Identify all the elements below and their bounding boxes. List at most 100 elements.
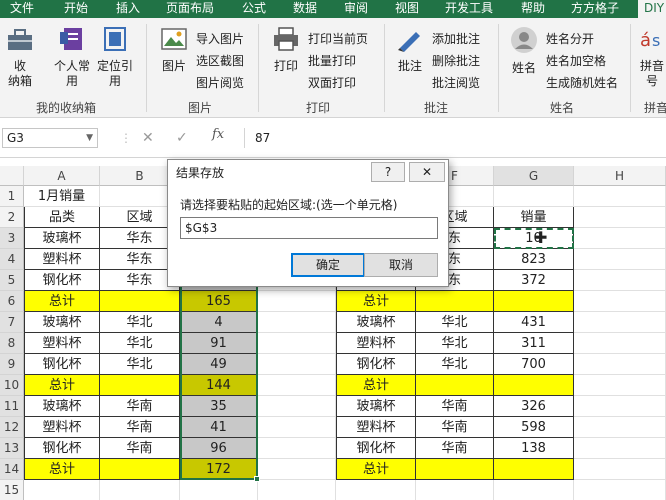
cell-d14[interactable] [258, 459, 336, 480]
duplex-print-button[interactable]: 双面打印 [308, 72, 356, 94]
column-header-h[interactable]: H [574, 166, 666, 186]
cell-h5[interactable] [574, 270, 666, 291]
pinyin-button[interactable]: á s 拼音 号 [638, 26, 666, 89]
cell-b7[interactable]: 华北 [100, 312, 180, 333]
cell-c11[interactable]: 35 [180, 396, 258, 417]
tab-page-layout[interactable]: 页面布局 [166, 0, 214, 18]
cell-b9[interactable]: 华北 [100, 354, 180, 375]
name-add-space-button[interactable]: 姓名加空格 [546, 50, 606, 72]
cell-e6[interactable]: 总计 [336, 291, 416, 312]
cell-g15[interactable] [494, 480, 574, 500]
cell-g4[interactable]: 823 [494, 249, 574, 270]
cell-c13[interactable]: 96 [180, 438, 258, 459]
cell-e15[interactable] [336, 480, 416, 500]
cell-f13[interactable]: 华南 [416, 438, 494, 459]
cell-f11[interactable]: 华南 [416, 396, 494, 417]
cell-h6[interactable] [574, 291, 666, 312]
cell-g1[interactable] [494, 186, 574, 207]
tab-developer[interactable]: 开发工具 [445, 0, 493, 18]
cell-g13[interactable]: 138 [494, 438, 574, 459]
cell-b13[interactable]: 华南 [100, 438, 180, 459]
cell-b15[interactable] [100, 480, 180, 500]
cell-c6[interactable]: 165 [180, 291, 258, 312]
cell-d13[interactable] [258, 438, 336, 459]
enter-icon[interactable]: ✓ [176, 128, 188, 148]
screenshot-area-button[interactable]: 选区截图 [196, 50, 244, 72]
column-header-a[interactable]: A [24, 166, 100, 186]
cell-h14[interactable] [574, 459, 666, 480]
cell-g7[interactable]: 431 [494, 312, 574, 333]
locate-reference-button[interactable]: 定位引 用 [94, 26, 136, 89]
cell-e14[interactable]: 总计 [336, 459, 416, 480]
range-input[interactable] [180, 217, 438, 239]
cell-a4[interactable]: 塑料杯 [24, 249, 100, 270]
name-button[interactable]: 姓名 [506, 26, 542, 76]
cell-e7[interactable]: 玻璃杯 [336, 312, 416, 333]
cell-d6[interactable] [258, 291, 336, 312]
cell-d9[interactable] [258, 354, 336, 375]
cell-h1[interactable] [574, 186, 666, 207]
cell-h15[interactable] [574, 480, 666, 500]
cell-g11[interactable]: 326 [494, 396, 574, 417]
cell-b6[interactable] [100, 291, 180, 312]
tab-formulas[interactable]: 公式 [242, 0, 266, 18]
personal-common-button[interactable]: 个人常 用 [50, 26, 94, 89]
cell-a9[interactable]: 钢化杯 [24, 354, 100, 375]
cell-d10[interactable] [258, 375, 336, 396]
row-header[interactable]: 15 [0, 480, 24, 500]
row-header[interactable]: 3 [0, 228, 24, 249]
cancel-icon[interactable]: ✕ [142, 128, 154, 148]
cell-f9[interactable]: 华北 [416, 354, 494, 375]
insert-function-icon[interactable]: fx [212, 127, 224, 142]
cell-e8[interactable]: 塑料杯 [336, 333, 416, 354]
row-header[interactable]: 12 [0, 417, 24, 438]
storage-box-button[interactable]: 收 纳箱 [2, 26, 38, 89]
cell-b11[interactable]: 华南 [100, 396, 180, 417]
cell-c15[interactable] [180, 480, 258, 500]
cell-e13[interactable]: 钢化杯 [336, 438, 416, 459]
cell-f6[interactable] [416, 291, 494, 312]
cell-c7[interactable]: 4 [180, 312, 258, 333]
cell-h4[interactable] [574, 249, 666, 270]
cell-h7[interactable] [574, 312, 666, 333]
select-all-corner[interactable] [0, 166, 24, 186]
cell-d12[interactable] [258, 417, 336, 438]
cell-g14[interactable] [494, 459, 574, 480]
cell-h10[interactable] [574, 375, 666, 396]
row-header[interactable]: 11 [0, 396, 24, 417]
cell-h9[interactable] [574, 354, 666, 375]
row-header[interactable]: 5 [0, 270, 24, 291]
row-header[interactable]: 4 [0, 249, 24, 270]
cell-a1[interactable]: 1月销量 [24, 186, 100, 207]
add-comment-button[interactable]: 添加批注 [432, 28, 480, 50]
cell-d11[interactable] [258, 396, 336, 417]
tab-data[interactable]: 数据 [293, 0, 317, 18]
cell-d15[interactable] [258, 480, 336, 500]
random-name-button[interactable]: 生成随机姓名 [546, 72, 618, 94]
tab-fangfang[interactable]: 方方格子 [571, 0, 619, 18]
row-header[interactable]: 7 [0, 312, 24, 333]
cell-h13[interactable] [574, 438, 666, 459]
cell-f8[interactable]: 华北 [416, 333, 494, 354]
cell-h12[interactable] [574, 417, 666, 438]
comment-button[interactable]: 批注 [392, 26, 428, 74]
row-header[interactable]: 8 [0, 333, 24, 354]
cell-a11[interactable]: 玻璃杯 [24, 396, 100, 417]
fill-handle[interactable] [254, 476, 260, 482]
print-button[interactable]: 打印 [268, 26, 304, 74]
tab-view[interactable]: 视图 [395, 0, 419, 18]
tab-review[interactable]: 审阅 [344, 0, 368, 18]
cancel-button[interactable]: 取消 [364, 253, 438, 277]
ok-button[interactable]: 确定 [291, 253, 365, 277]
import-pictures-button[interactable]: 导入图片 [196, 28, 244, 50]
cell-g2[interactable]: 销量 [494, 207, 574, 228]
cell-f7[interactable]: 华北 [416, 312, 494, 333]
cell-g9[interactable]: 700 [494, 354, 574, 375]
tab-help[interactable]: 帮助 [521, 0, 545, 18]
split-name-button[interactable]: 姓名分开 [546, 28, 594, 50]
row-header[interactable]: 13 [0, 438, 24, 459]
row-header[interactable]: 14 [0, 459, 24, 480]
cell-a13[interactable]: 钢化杯 [24, 438, 100, 459]
cell-h8[interactable] [574, 333, 666, 354]
cell-b8[interactable]: 华北 [100, 333, 180, 354]
